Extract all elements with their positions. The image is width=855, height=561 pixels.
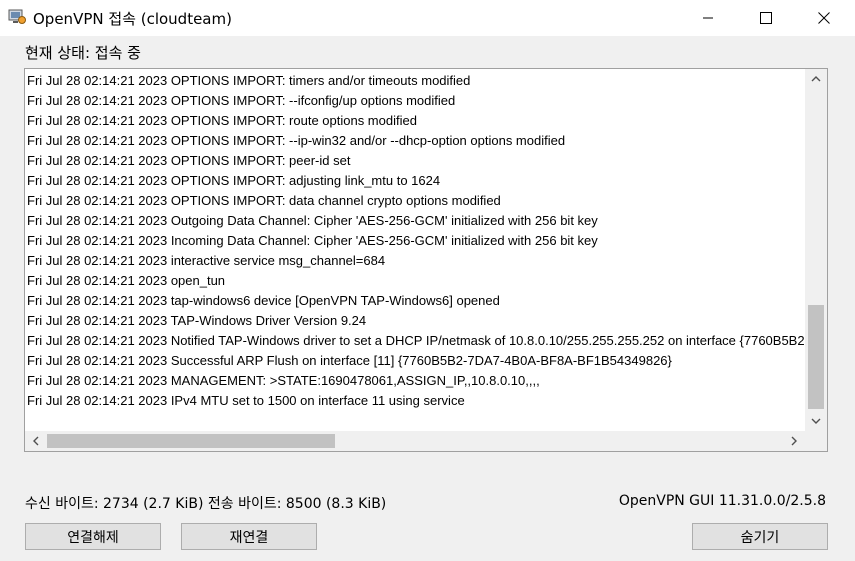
scrollbar-corner <box>805 431 827 451</box>
log-line: Fri Jul 28 02:14:21 2023 Notified TAP-Wi… <box>27 333 805 348</box>
disconnect-button[interactable]: 연결해제 <box>25 523 161 550</box>
hide-button[interactable]: 숨기기 <box>692 523 828 550</box>
window-title: OpenVPN 접속 (cloudteam) <box>33 10 232 28</box>
log-line: Fri Jul 28 02:14:21 2023 Outgoing Data C… <box>27 213 598 228</box>
vertical-scrollbar[interactable] <box>805 69 827 431</box>
log-line: Fri Jul 28 02:14:21 2023 open_tun <box>27 273 226 288</box>
log-line: Fri Jul 28 02:14:21 2023 OPTIONS IMPORT:… <box>27 73 471 88</box>
log-line: Fri Jul 28 02:14:21 2023 Incoming Data C… <box>27 233 598 248</box>
scroll-right-icon[interactable] <box>783 431 805 451</box>
scroll-up-icon[interactable] <box>805 69 827 89</box>
log-line: Fri Jul 28 02:14:21 2023 OPTIONS IMPORT:… <box>27 153 351 168</box>
reconnect-button[interactable]: 재연결 <box>181 523 317 550</box>
scroll-left-icon[interactable] <box>25 431 47 451</box>
horizontal-scroll-thumb[interactable] <box>47 434 335 448</box>
log-line: Fri Jul 28 02:14:21 2023 OPTIONS IMPORT:… <box>27 173 441 188</box>
log-line: Fri Jul 28 02:14:21 2023 OPTIONS IMPORT:… <box>27 133 566 148</box>
maximize-icon <box>760 9 772 28</box>
log-line: Fri Jul 28 02:14:21 2023 OPTIONS IMPORT:… <box>27 113 417 128</box>
log-line: Fri Jul 28 02:14:21 2023 IPv4 MTU set to… <box>27 393 465 408</box>
connection-status: 현재 상태: 접속 중 <box>25 44 141 62</box>
bytes-counter: 수신 바이트: 2734 (2.7 KiB) 전송 바이트: 8500 (8.3… <box>25 496 387 512</box>
title-bar: OpenVPN 접속 (cloudteam) <box>0 0 855 36</box>
minimize-button[interactable] <box>679 0 737 36</box>
log-lines: Fri Jul 28 02:14:21 2023 OPTIONS IMPORT:… <box>27 71 805 431</box>
log-line: Fri Jul 28 02:14:21 2023 interactive ser… <box>27 253 386 268</box>
scroll-down-icon[interactable] <box>805 411 827 431</box>
log-line: Fri Jul 28 02:14:21 2023 Successful ARP … <box>27 353 672 368</box>
log-line: Fri Jul 28 02:14:21 2023 OPTIONS IMPORT:… <box>27 193 501 208</box>
close-button[interactable] <box>795 0 853 36</box>
vertical-scroll-thumb[interactable] <box>808 305 824 409</box>
log-line: Fri Jul 28 02:14:21 2023 MANAGEMENT: >ST… <box>27 373 540 388</box>
log-line: Fri Jul 28 02:14:21 2023 OPTIONS IMPORT:… <box>27 93 456 108</box>
log-line: Fri Jul 28 02:14:21 2023 TAP-Windows Dri… <box>27 313 367 328</box>
minimize-icon <box>702 9 714 28</box>
maximize-button[interactable] <box>737 0 795 36</box>
close-icon <box>818 9 830 28</box>
horizontal-scrollbar[interactable] <box>25 431 805 451</box>
log-line: Fri Jul 28 02:14:21 2023 tap-windows6 de… <box>27 293 500 308</box>
openvpn-app-icon <box>8 9 26 25</box>
version-label: OpenVPN GUI 11.31.0.0/2.5.8 <box>618 493 826 509</box>
log-view[interactable]: Fri Jul 28 02:14:21 2023 OPTIONS IMPORT:… <box>24 68 828 452</box>
